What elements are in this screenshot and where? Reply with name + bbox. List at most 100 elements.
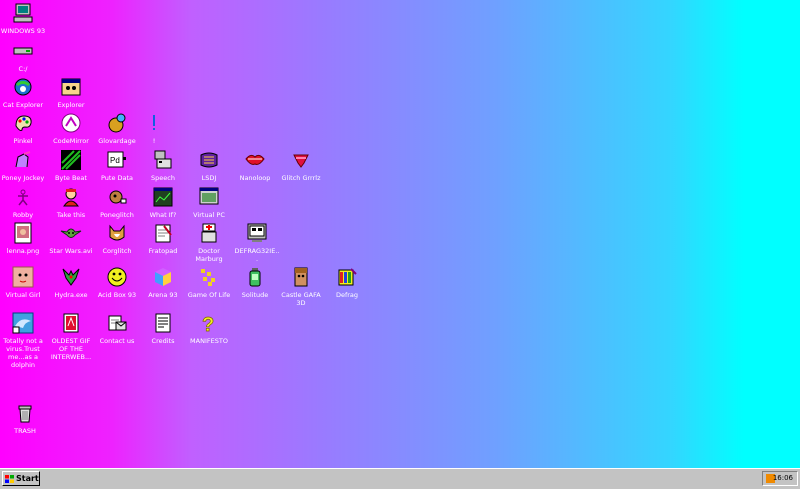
icon-label: Robby — [12, 211, 34, 219]
desktop-icon-star-wars[interactable]: Star Wars.avi — [48, 222, 94, 255]
desktop-icon-windows93[interactable]: WINDOWS 93 — [0, 2, 46, 35]
desktop-icon-cat-explorer[interactable]: Cat Explorer — [0, 76, 46, 109]
virtual-girl-icon — [12, 266, 34, 288]
icon-label: Poney Jockey — [1, 174, 45, 182]
icon-label: Castle GAFA 3D — [281, 291, 321, 307]
desktop-icon-lenna[interactable]: lenna.png — [0, 222, 46, 255]
desktop-icon-fratopad[interactable]: Fratopad — [140, 222, 186, 255]
icon-label: Pute Data — [100, 174, 134, 182]
corgi-icon — [106, 222, 128, 244]
gif-icon — [60, 312, 82, 334]
lsdj-icon — [198, 149, 220, 171]
icon-label: Virtual PC — [193, 211, 225, 219]
icon-label: Contact us — [99, 337, 135, 345]
glitch-icon — [290, 149, 312, 171]
cat-explorer-icon — [12, 76, 34, 98]
what-if-icon — [152, 186, 174, 208]
puredata-icon: Pd — [106, 149, 128, 171]
icon-label: Pinkel — [13, 137, 33, 145]
desktop-icon-virtual-girl[interactable]: Virtual Girl — [0, 266, 46, 299]
icon-label: Totally not a virus.Trust me...as a dolp… — [3, 337, 43, 369]
monitor-icon — [246, 222, 268, 244]
icon-label: Byte Beat — [55, 174, 87, 182]
desktop-icon-byte-beat[interactable]: Byte Beat — [48, 149, 94, 182]
desktop-icon-c-drive[interactable]: C:/ — [0, 40, 46, 73]
bytebeat-icon — [60, 149, 82, 171]
desktop-icon-castle-gafa[interactable]: Castle GAFA 3D — [278, 266, 324, 307]
icon-label: Glitch Grrrlz — [281, 174, 321, 182]
lips-icon — [244, 149, 266, 171]
hydra-icon — [60, 266, 82, 288]
trash-icon — [14, 402, 36, 424]
desktop-icon-exclamation[interactable]: ! — [131, 112, 177, 145]
desktop: WINDOWS 93 C:/ Cat Explorer Explorer Pin… — [0, 0, 800, 468]
desktop-icon-arena93[interactable]: Arena 93 — [140, 266, 186, 299]
speech-icon — [152, 149, 174, 171]
desktop-icon-game-of-life[interactable]: Game Of Life — [186, 266, 232, 299]
start-button[interactable]: Start — [2, 471, 40, 486]
glovardage-icon — [106, 112, 128, 134]
desktop-icon-virtual-pc[interactable]: Virtual PC — [186, 186, 232, 219]
desktop-icon-acid-box[interactable]: Acid Box 93 — [94, 266, 140, 299]
poneglitch-icon — [106, 186, 128, 208]
desktop-icon-doctor-marburg[interactable]: Doctor Marburg — [186, 222, 232, 263]
contact-icon — [106, 312, 128, 334]
desktop-icon-pute-data[interactable]: Pd Pute Data — [94, 149, 140, 182]
icon-label: DEFRAG32IE... — [234, 247, 280, 263]
icon-label: Arena 93 — [148, 291, 178, 299]
desktop-icon-poneglitch[interactable]: Poneglitch — [94, 186, 140, 219]
desktop-icon-lsdj[interactable]: LSDJ — [186, 149, 232, 182]
lenna-icon — [12, 222, 34, 244]
desktop-icon-credits[interactable]: Credits — [140, 312, 186, 345]
icon-label: Corglitch — [102, 247, 132, 255]
desktop-icon-take-this[interactable]: Take this — [48, 186, 94, 219]
smiley-icon — [106, 266, 128, 288]
doctor-icon — [198, 222, 220, 244]
icon-label: Virtual Girl — [5, 291, 41, 299]
icon-label: C:/ — [18, 65, 28, 73]
desktop-icon-what-if[interactable]: What If? — [140, 186, 186, 219]
credits-icon — [152, 312, 174, 334]
desktop-icon-defrag32ie[interactable]: DEFRAG32IE... — [234, 222, 280, 263]
taskbar: Start 16:06 — [0, 468, 800, 489]
solitude-icon — [244, 266, 266, 288]
icon-label: Cat Explorer — [2, 101, 44, 109]
dolphin-icon — [12, 312, 34, 334]
icon-label: Fratopad — [148, 247, 178, 255]
desktop-icon-nanoloop[interactable]: Nanoloop — [232, 149, 278, 182]
desktop-icon-poney-jockey[interactable]: Poney Jockey — [0, 149, 46, 182]
desktop-icon-defrag[interactable]: Defrag — [324, 266, 370, 299]
system-tray: 16:06 — [762, 471, 798, 486]
desktop-icon-speech[interactable]: Speech — [140, 149, 186, 182]
pony-icon — [12, 149, 34, 171]
computer-icon — [12, 2, 34, 24]
icon-label: Take this — [56, 211, 86, 219]
icon-label: CodeMirror — [53, 137, 89, 145]
desktop-icon-contact-us[interactable]: Contact us — [94, 312, 140, 345]
desktop-icon-manifesto[interactable]: ? MANIFESTO — [186, 312, 232, 345]
paint-icon — [12, 112, 34, 134]
desktop-icon-dolphin-virus[interactable]: Totally not a virus.Trust me...as a dolp… — [0, 312, 46, 369]
desktop-icon-trash[interactable]: TRASH — [2, 402, 48, 435]
icon-label: Acid Box 93 — [97, 291, 137, 299]
game-of-life-icon — [198, 266, 220, 288]
desktop-icon-codemirror[interactable]: CodeMirror — [48, 112, 94, 145]
icon-label: Star Wars.avi — [49, 247, 93, 255]
windows-logo-icon — [5, 474, 14, 483]
desktop-icon-glitch-grrrlz[interactable]: Glitch Grrrlz — [278, 149, 324, 182]
yoda-icon — [60, 222, 82, 244]
desktop-icon-oldest-gif[interactable]: OLDEST GIF OF THE INTERWEB... — [48, 312, 94, 361]
desktop-icon-solitude[interactable]: Solitude — [232, 266, 278, 299]
icon-label: LSDJ — [201, 174, 217, 182]
clock: 16:06 — [772, 474, 793, 482]
desktop-icon-robby[interactable]: Robby — [0, 186, 46, 219]
take-this-icon — [60, 186, 82, 208]
desktop-icon-pinkel[interactable]: Pinkel — [0, 112, 46, 145]
icon-label: WINDOWS 93 — [0, 27, 46, 35]
icon-label: Explorer — [57, 101, 85, 109]
desktop-icon-explorer[interactable]: Explorer — [48, 76, 94, 109]
desktop-icon-corglitch[interactable]: Corglitch — [94, 222, 140, 255]
icon-label: TRASH — [14, 427, 36, 435]
desktop-icon-hydra[interactable]: Hydra.exe — [48, 266, 94, 299]
virtual-pc-icon — [198, 186, 220, 208]
